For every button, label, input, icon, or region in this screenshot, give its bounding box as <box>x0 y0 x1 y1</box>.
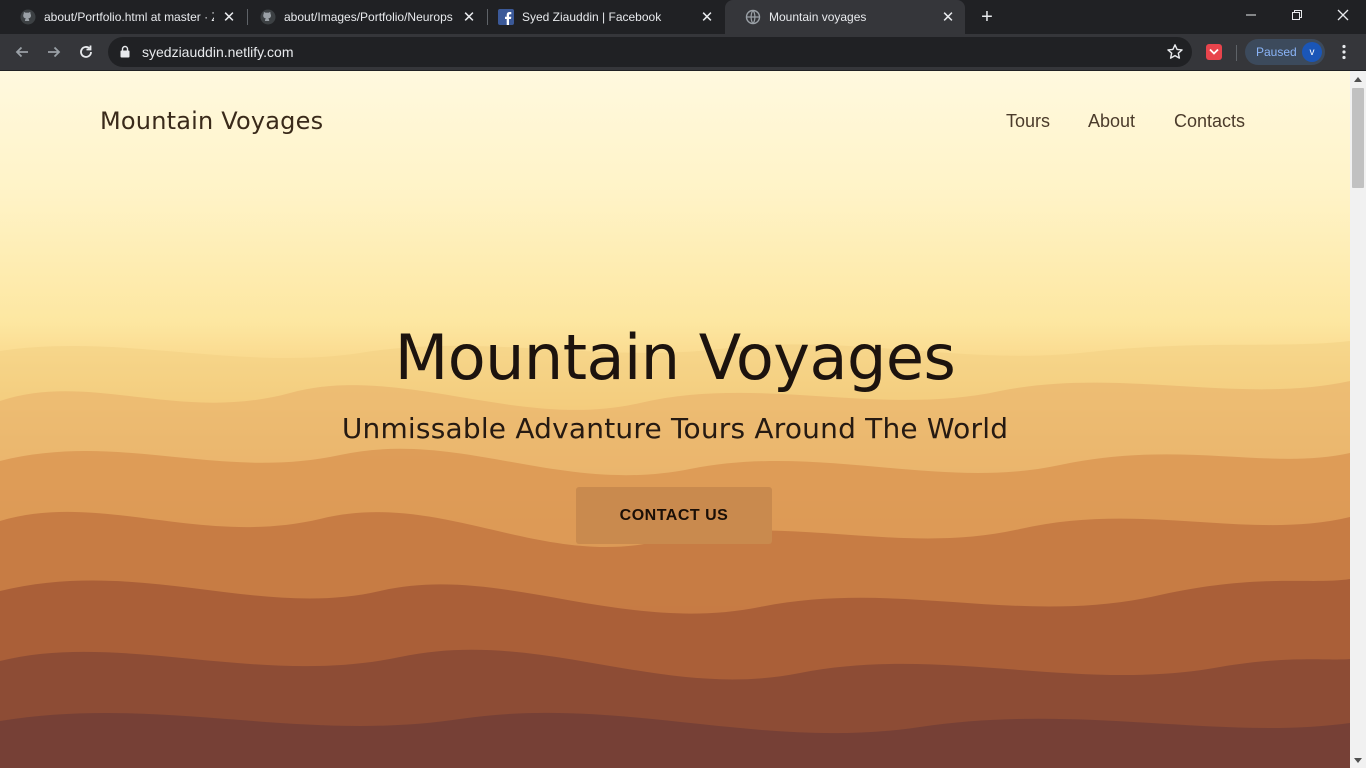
facebook-icon <box>498 9 514 25</box>
tab-title: Mountain voyages <box>769 10 867 24</box>
close-icon[interactable]: ✕ <box>460 8 478 26</box>
page-viewport: Mountain Voyages Tours About Contacts Mo… <box>0 71 1366 768</box>
hero-subheadline: Unmissable Advanture Tours Around The Wo… <box>341 412 1009 445</box>
reload-icon[interactable] <box>73 39 99 65</box>
scroll-up-arrow-icon[interactable] <box>1350 71 1366 87</box>
tab-title: about/Portfolio.html at master · Z <box>44 10 214 24</box>
globe-icon <box>745 9 761 25</box>
forward-icon[interactable] <box>41 39 67 65</box>
avatar: v <box>1302 42 1322 62</box>
browser-tab-1[interactable]: about/Portfolio.html at master · Z ✕ <box>0 0 246 34</box>
tab-title: Syed Ziauddin | Facebook <box>522 10 662 24</box>
extension-shield-icon[interactable] <box>1206 44 1222 60</box>
scrollbar-thumb[interactable] <box>1352 88 1364 188</box>
browser-toolbar: syedziauddin.netlify.com Paused v <box>0 34 1366 71</box>
tab-title: about/Images/Portfolio/Neurops <box>284 10 453 24</box>
new-tab-button[interactable]: + <box>976 6 998 28</box>
close-icon[interactable]: ✕ <box>698 8 716 26</box>
contact-us-button[interactable]: CONTACT US <box>576 487 772 544</box>
browser-tab-2[interactable]: about/Images/Portfolio/Neurops ✕ <box>240 0 486 34</box>
profile-button[interactable]: Paused v <box>1245 39 1325 65</box>
toolbar-divider <box>1236 45 1237 61</box>
url-text: syedziauddin.netlify.com <box>142 44 294 60</box>
close-icon[interactable]: ✕ <box>220 8 238 26</box>
vertical-scrollbar[interactable] <box>1350 71 1366 768</box>
github-icon <box>260 9 276 25</box>
window-close-icon[interactable] <box>1320 0 1366 30</box>
restore-icon[interactable] <box>1274 0 1320 30</box>
back-icon[interactable] <box>9 39 35 65</box>
tab-strip: about/Portfolio.html at master · Z ✕ abo… <box>0 0 1366 34</box>
browser-tab-active[interactable]: Mountain voyages ✕ <box>725 0 965 34</box>
minimize-icon[interactable] <box>1228 0 1274 30</box>
close-icon[interactable]: ✕ <box>939 8 957 26</box>
profile-status-label: Paused <box>1256 45 1297 59</box>
site-logo[interactable]: Mountain Voyages <box>100 107 323 135</box>
nav-link-tours[interactable]: Tours <box>1006 111 1050 132</box>
scroll-down-arrow-icon[interactable] <box>1350 752 1366 768</box>
browser-tab-3[interactable]: Syed Ziauddin | Facebook ✕ <box>478 0 724 34</box>
nav-link-about[interactable]: About <box>1088 111 1135 132</box>
hero-section: Mountain Voyages Tours About Contacts Mo… <box>0 71 1350 768</box>
kebab-menu-icon[interactable] <box>1334 39 1354 65</box>
hero-headline: Mountain Voyages <box>394 321 956 394</box>
nav-link-contacts[interactable]: Contacts <box>1174 111 1245 132</box>
github-icon <box>20 9 36 25</box>
bookmark-star-icon[interactable] <box>1166 43 1184 66</box>
lock-icon <box>120 45 130 63</box>
address-bar[interactable]: syedziauddin.netlify.com <box>108 37 1192 67</box>
